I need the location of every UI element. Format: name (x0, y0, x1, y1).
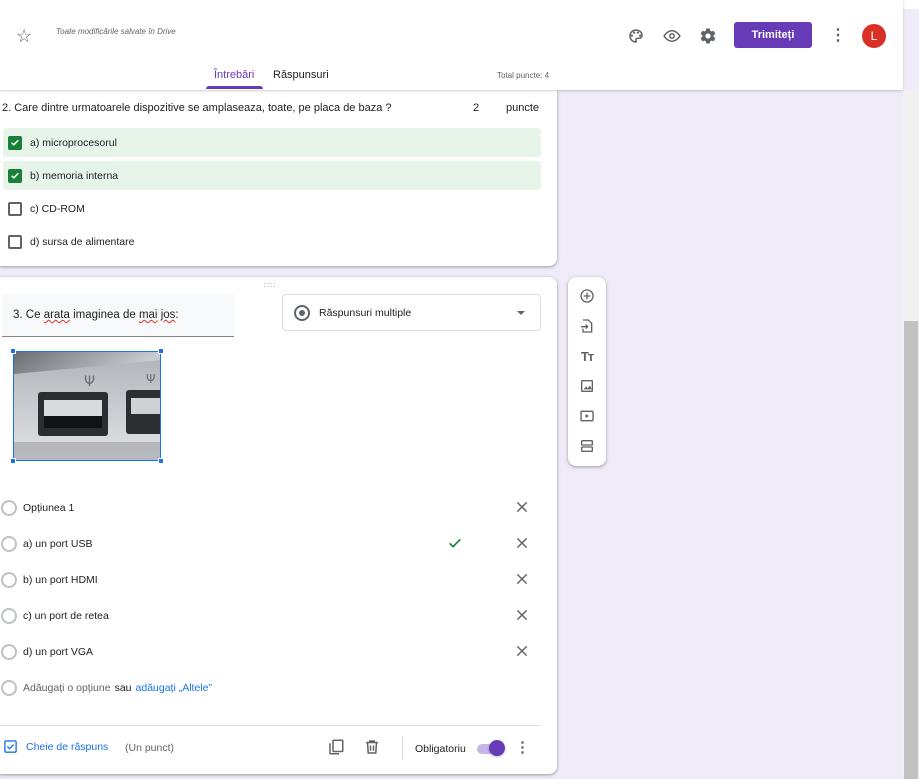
palette-icon[interactable] (626, 26, 646, 46)
question-image[interactable]: Ψ Ψ (13, 351, 161, 461)
side-toolbar: Tт (568, 277, 606, 466)
checkbox-icon[interactable] (8, 201, 22, 216)
checkbox-checked-icon[interactable] (8, 168, 22, 183)
required-label: Obligatoriu (415, 743, 466, 755)
choice-row[interactable]: Opțiunea 1 (0, 496, 545, 520)
close-icon[interactable] (515, 572, 529, 586)
add-other-link[interactable]: adăugați „Altele” (136, 682, 212, 694)
tab-responses[interactable]: Răspunsuri (273, 69, 329, 81)
choice-row[interactable]: a) un port USB (0, 532, 545, 556)
settings-icon[interactable] (698, 26, 718, 46)
choice-label[interactable]: b) un port HDMI (23, 574, 98, 586)
answer-option[interactable]: d) sursa de alimentare (3, 227, 541, 256)
checkbox-checked-icon[interactable] (8, 135, 22, 150)
add-or-text: sau (114, 682, 132, 694)
question-type-select[interactable]: Răspunsuri multiple (282, 294, 541, 331)
choice-label[interactable]: c) un port de retea (23, 610, 109, 622)
question-title[interactable]: 3. Ce arata imaginea de mai jos: (13, 309, 179, 321)
radio-icon[interactable] (1, 536, 17, 552)
vertical-divider (402, 736, 403, 760)
close-icon[interactable] (515, 536, 529, 550)
total-points: Total puncte: 4 (497, 71, 550, 80)
answer-option[interactable]: a) microprocesorul (3, 128, 541, 157)
active-tab-indicator (206, 86, 263, 89)
add-section-icon[interactable] (578, 437, 596, 455)
save-status: Toate modificările salvate în Drive (56, 27, 176, 36)
resize-handle[interactable] (10, 348, 16, 354)
answer-key-label[interactable]: Cheie de răspuns (26, 741, 108, 753)
choice-label[interactable]: d) un port VGA (23, 646, 93, 658)
radio-icon[interactable] (1, 500, 17, 516)
question-type-label: Răspunsuri multiple (319, 307, 412, 319)
drag-handle-icon[interactable]: ∷∷ (264, 281, 276, 290)
divider (0, 725, 541, 726)
choice-row[interactable]: d) un port VGA (0, 640, 545, 664)
answer-option[interactable]: c) CD-ROM (3, 194, 541, 223)
import-questions-icon[interactable] (578, 317, 596, 335)
correct-check-icon[interactable] (447, 535, 463, 551)
toggle-knob[interactable] (489, 740, 505, 756)
avatar[interactable]: L (862, 24, 886, 48)
radio-icon[interactable] (1, 644, 17, 660)
svg-text:Ψ: Ψ (84, 374, 95, 390)
add-question-icon[interactable] (578, 287, 596, 305)
option-label: a) microprocesorul (30, 136, 117, 149)
answer-key-button[interactable]: Cheie de răspuns (3, 739, 108, 754)
answer-option[interactable]: b) memoria interna (3, 161, 541, 190)
add-option-row[interactable]: Adăugați o opțiune sau adăugați „Altele” (0, 676, 545, 700)
form-header: ☆ Toate modificările salvate în Drive Tr… (0, 0, 903, 90)
radio-button-icon (294, 305, 310, 321)
duplicate-icon[interactable] (327, 738, 345, 756)
option-label: c) CD-ROM (30, 202, 85, 215)
more-vert-icon[interactable]: ⋮ (830, 25, 846, 47)
choice-row[interactable]: b) un port HDMI (0, 568, 545, 592)
dropdown-arrow-icon (517, 311, 525, 315)
choice-label[interactable]: Opțiunea 1 (23, 502, 74, 514)
star-icon[interactable]: ☆ (16, 27, 32, 45)
add-option-link[interactable]: Adăugați o opțiune (23, 682, 111, 694)
add-title-icon[interactable]: Tт (578, 347, 596, 365)
send-button[interactable]: Trimiteți (734, 22, 812, 48)
usb-port-photo: Ψ Ψ (14, 352, 160, 460)
add-image-icon[interactable] (578, 377, 596, 395)
question-title: 2. Care dintre urmatoarele dispozitive s… (2, 102, 392, 114)
choice-row[interactable]: c) un port de retea (0, 604, 545, 628)
add-video-icon[interactable] (578, 407, 596, 425)
close-icon[interactable] (515, 644, 529, 658)
radio-icon[interactable] (1, 572, 17, 588)
close-icon[interactable] (515, 608, 529, 622)
checkbox-icon[interactable] (8, 234, 22, 249)
points-label: puncte (506, 102, 540, 114)
option-label: d) sursa de alimentare (30, 235, 135, 248)
more-options-icon[interactable]: ⋮ (515, 738, 530, 758)
tab-questions[interactable]: Întrebări (214, 69, 254, 81)
add-option-area[interactable]: Adăugați o opțiune sau adăugați „Altele” (23, 682, 212, 694)
delete-icon[interactable] (363, 738, 381, 756)
svg-text:Ψ: Ψ (146, 372, 155, 386)
points-value[interactable]: 2 (473, 102, 479, 114)
resize-handle[interactable] (158, 458, 164, 464)
resize-handle[interactable] (10, 458, 16, 464)
option-label: b) memoria interna (30, 169, 119, 182)
radio-icon[interactable] (1, 608, 17, 624)
scrollbar-thumb[interactable] (904, 321, 918, 779)
resize-handle[interactable] (158, 348, 164, 354)
answer-key-icon (4, 740, 17, 753)
close-icon[interactable] (515, 500, 529, 514)
eye-icon[interactable] (662, 26, 682, 46)
radio-icon (1, 680, 17, 696)
choice-label[interactable]: a) un port USB (23, 538, 92, 550)
answer-points: (Un punct) (125, 742, 175, 754)
